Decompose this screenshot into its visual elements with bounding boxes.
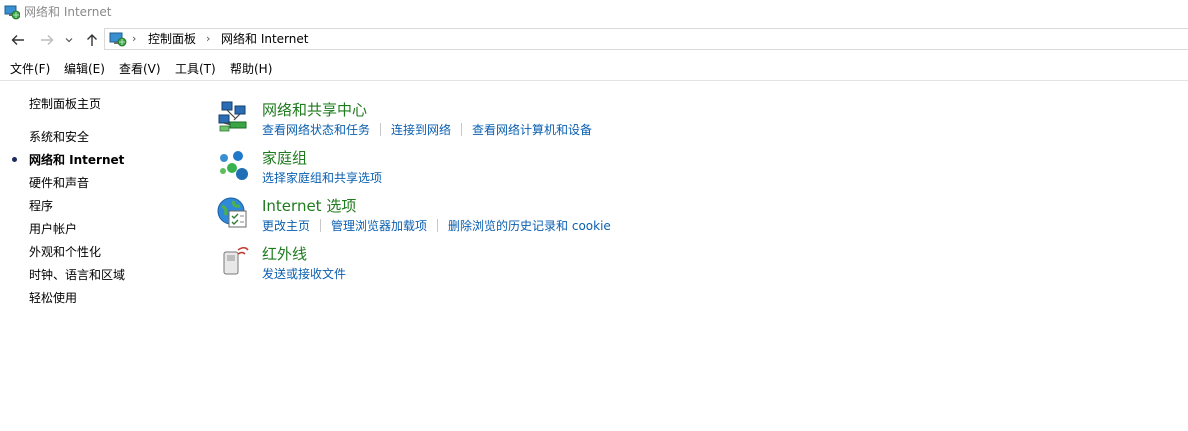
sidebar-item-programs[interactable]: 程序 [29,198,53,214]
link-connect-network[interactable]: 连接到网络 [391,122,451,138]
link-view-network-status[interactable]: 查看网络状态和任务 [262,122,370,138]
category-title-infrared[interactable]: 红外线 [262,244,307,264]
menu-tools[interactable]: 工具(T) [175,61,216,77]
internet-options-icon [216,196,250,230]
link-homegroup-sharing-options[interactable]: 选择家庭组和共享选项 [262,170,382,186]
category-links: 选择家庭组和共享选项 [262,170,382,186]
chevron-down-icon [65,38,73,43]
category-infrared: 红外线 发送或接收文件 [216,244,1116,290]
sidebar-item-system-security[interactable]: 系统和安全 [29,129,89,145]
divider [380,123,382,136]
menu-edit[interactable]: 编辑(E) [64,61,105,77]
category-title-network-sharing[interactable]: 网络和共享中心 [262,100,367,120]
active-indicator-icon [12,157,17,162]
link-change-homepage[interactable]: 更改主页 [262,218,310,234]
menu-help[interactable]: 帮助(H) [230,61,272,77]
menu-file[interactable]: 文件(F) [10,61,50,77]
category-title-internet-options[interactable]: Internet 选项 [262,196,356,216]
breadcrumb-network-internet[interactable]: 网络和 Internet [221,31,308,47]
sidebar-item-user-accounts[interactable]: 用户帐户 [29,221,77,237]
sidebar-item-hardware-sound[interactable]: 硬件和声音 [29,175,89,191]
category-internet-options: Internet 选项 更改主页 管理浏览器加载项 删除浏览的历史记录和 cooki… [216,196,1116,242]
breadcrumb-control-panel[interactable]: 控制面板 [148,31,196,47]
address-bar[interactable]: › 控制面板 › 网络和 Internet [104,28,1188,50]
sidebar-item-appearance[interactable]: 外观和个性化 [29,244,101,260]
sidebar-item-network-internet: 网络和 Internet [29,153,125,167]
homegroup-icon [216,148,250,182]
category-links: 发送或接收文件 [262,266,346,282]
link-view-network-computers[interactable]: 查看网络计算机和设备 [472,122,592,138]
sidebar-item-clock-language-region[interactable]: 时钟、语言和区域 [29,267,125,283]
navigation-bar: › 控制面板 › 网络和 Internet [0,26,1188,54]
sidebar-control-panel-home[interactable]: 控制面板主页 [29,96,101,112]
category-title-homegroup[interactable]: 家庭组 [262,148,307,168]
sidebar-item-ease-of-access[interactable]: 轻松使用 [29,290,77,306]
link-send-receive-files[interactable]: 发送或接收文件 [262,266,346,282]
up-button[interactable] [82,30,102,50]
title-bar: 网络和 Internet [0,0,1188,24]
category-network-sharing: 网络和共享中心 查看网络状态和任务 连接到网络 查看网络计算机和设备 [216,100,1116,146]
network-window-icon [4,4,21,20]
back-button[interactable] [8,30,28,50]
divider [437,219,439,232]
link-delete-history[interactable]: 删除浏览的历史记录和 cookie [448,218,611,234]
category-links: 查看网络状态和任务 连接到网络 查看网络计算机和设备 [262,122,592,138]
arrow-up-icon [87,34,97,46]
breadcrumb-separator-icon: › [206,32,211,45]
link-manage-addons[interactable]: 管理浏览器加载项 [331,218,427,234]
menu-bar: 文件(F) 编辑(E) 查看(V) 工具(T) 帮助(H) [0,58,1188,81]
breadcrumb-separator-icon: › [132,32,137,45]
menu-view[interactable]: 查看(V) [119,61,161,77]
category-homegroup: 家庭组 选择家庭组和共享选项 [216,148,1116,194]
divider [320,219,322,232]
network-sharing-icon [216,100,250,134]
arrow-left-icon [11,35,24,45]
divider [461,123,463,136]
window-title: 网络和 Internet [24,5,112,19]
forward-button[interactable] [37,30,57,50]
network-location-icon [109,31,127,47]
category-links: 更改主页 管理浏览器加载项 删除浏览的历史记录和 cookie [262,218,611,234]
arrow-right-icon [41,35,54,45]
recent-locations-button[interactable] [62,30,76,50]
infrared-icon [216,244,250,278]
